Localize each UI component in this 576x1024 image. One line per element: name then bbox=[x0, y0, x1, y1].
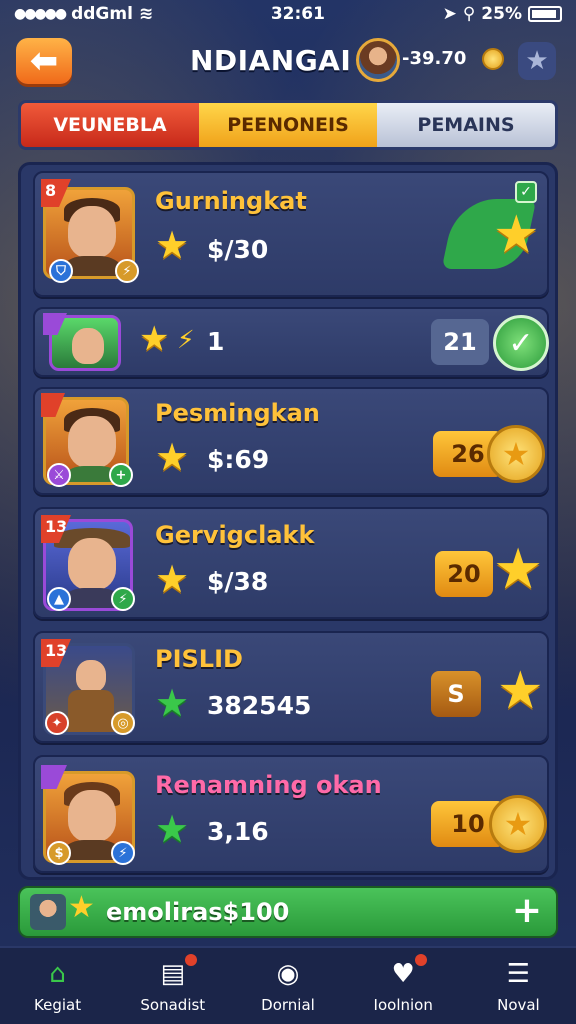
star-icon: ★ bbox=[493, 205, 540, 265]
star-coin-icon[interactable]: ★ bbox=[487, 425, 545, 483]
tab-bar: VEUNEBLA PEENONEIS PEMAINS bbox=[18, 100, 558, 150]
status-bar: ●●●●● ddGml ≋ 32:61 ➤ ⚲ 25% bbox=[0, 0, 576, 28]
signal-icon: ●●●●● bbox=[14, 6, 67, 22]
star-icon: ★ bbox=[155, 807, 190, 851]
tab-peenoneis[interactable]: PEENONEIS bbox=[199, 103, 377, 147]
back-button[interactable]: ⬅ bbox=[16, 38, 72, 84]
star-icon: ★ bbox=[525, 46, 549, 76]
star-icon[interactable]: ★ bbox=[493, 537, 543, 602]
nav-label: Sonadist bbox=[140, 996, 206, 1014]
hero-name: Pesmingkan bbox=[155, 399, 320, 427]
carrier-label: ddGml bbox=[71, 4, 133, 24]
arrow-left-icon: ⬅ bbox=[29, 41, 59, 81]
currency-amount: -39.70 bbox=[402, 48, 467, 69]
level-indicator: S bbox=[431, 671, 481, 717]
checkbox-icon[interactable]: ✓ bbox=[515, 181, 537, 203]
fire-icon: ✦ bbox=[45, 711, 69, 735]
coin-icon bbox=[482, 48, 504, 70]
list-item[interactable]: 13 ▲ ⚡ Gervigclakk ★ $/38 20 ★ bbox=[33, 507, 549, 619]
hero-list: 8 ⛉ ⚡ Gurningkat ★ $/30 ★ ✓ ★ ⚡ 1 21 ✓ ⚔… bbox=[18, 162, 558, 880]
header: ⬅ NDIANGAI -39.70 ★ bbox=[0, 34, 576, 96]
nav-label: Dornial bbox=[261, 996, 315, 1014]
star-icon: ★ bbox=[155, 223, 190, 267]
level-indicator: 21 bbox=[431, 319, 489, 365]
heart-icon: ♥ bbox=[385, 954, 428, 990]
nav-label: Ioolnion bbox=[373, 996, 433, 1014]
chat-icon: ▤ bbox=[155, 954, 197, 990]
reward-label: emoliras$100 bbox=[106, 898, 290, 926]
nav-item-menu[interactable]: ☰ Noval bbox=[461, 948, 576, 1024]
menu-icon: ☰ bbox=[506, 959, 531, 989]
hero-value: 1 bbox=[207, 327, 225, 356]
star-icon: ★ bbox=[139, 319, 170, 359]
star-coin-icon[interactable]: ★ bbox=[489, 795, 547, 853]
hero-value: $:69 bbox=[207, 445, 270, 474]
list-item[interactable]: ★ ⚡ 1 21 ✓ bbox=[33, 307, 549, 377]
battery-icon bbox=[528, 6, 562, 22]
level-indicator: 20 bbox=[435, 551, 493, 597]
nav-label: Noval bbox=[497, 996, 540, 1014]
bolt-icon: ⚡ bbox=[111, 841, 135, 865]
bolt-icon: ⚡ bbox=[115, 259, 139, 283]
wifi-icon: ≋ bbox=[138, 4, 154, 24]
hero-name: Gurningkat bbox=[155, 187, 307, 215]
battery-percent: 25% bbox=[481, 4, 522, 24]
clock: 32:61 bbox=[270, 4, 325, 24]
nav-label: Kegiat bbox=[34, 996, 82, 1014]
hero-name: Gervigclakk bbox=[155, 521, 315, 549]
bottom-nav: ⌂ Kegiat ▤ Sonadist ◉ Dornial ♥ Ioolnion… bbox=[0, 946, 576, 1024]
reward-banner[interactable]: ★ emoliras$100 + bbox=[18, 886, 558, 938]
hero-level-number: ⚡ bbox=[177, 325, 195, 354]
compass-icon: ◉ bbox=[276, 959, 300, 989]
target-icon: ◎ bbox=[111, 711, 135, 735]
star-icon: ★ bbox=[68, 890, 95, 925]
coin-icon: $ bbox=[47, 841, 71, 865]
nav-item-chat[interactable]: ▤ Sonadist bbox=[115, 948, 230, 1024]
tab-pemains[interactable]: PEMAINS bbox=[377, 103, 555, 147]
favorites-button[interactable]: ★ bbox=[518, 42, 556, 80]
arrow-up-icon: ▲ bbox=[47, 587, 71, 611]
check-icon[interactable]: ✓ bbox=[493, 315, 549, 371]
tab-veunebla[interactable]: VEUNEBLA bbox=[21, 103, 199, 147]
nav-item-favorites[interactable]: ♥ Ioolnion bbox=[346, 948, 461, 1024]
list-item[interactable]: 13 ✦ ◎ PISLID ★ 382545 S ★ bbox=[33, 631, 549, 743]
hero-value: 3,16 bbox=[207, 817, 269, 846]
star-icon: ★ bbox=[155, 681, 190, 725]
bolt-icon: ⚡ bbox=[111, 587, 135, 611]
star-icon[interactable]: ★ bbox=[497, 661, 544, 721]
alarm-icon: ⚲ bbox=[462, 4, 476, 24]
sword-icon: ⚔ bbox=[47, 463, 71, 487]
list-item[interactable]: 8 ⛉ ⚡ Gurningkat ★ $/30 ★ ✓ bbox=[33, 171, 549, 297]
hero-value: $/30 bbox=[207, 235, 269, 264]
shield-icon: ⛉ bbox=[49, 259, 73, 283]
avatar bbox=[30, 894, 66, 930]
avatar[interactable] bbox=[356, 38, 400, 82]
hero-value: 382545 bbox=[207, 691, 312, 720]
hero-value: $/38 bbox=[207, 567, 269, 596]
nav-item-explore[interactable]: ◉ Dornial bbox=[230, 948, 345, 1024]
home-icon: ⌂ bbox=[49, 959, 66, 989]
nav-item-home[interactable]: ⌂ Kegiat bbox=[0, 948, 115, 1024]
plus-icon: + bbox=[109, 463, 133, 487]
list-item[interactable]: $ ⚡ Renamning okan ★ 3,16 10 ★ bbox=[33, 755, 549, 873]
star-icon: ★ bbox=[155, 435, 190, 479]
location-icon: ➤ bbox=[442, 4, 457, 24]
hero-name: PISLID bbox=[155, 645, 243, 673]
page-title: NDIANGAI bbox=[190, 44, 352, 77]
list-item[interactable]: ⚔ + Pesmingkan ★ $:69 26 ★ bbox=[33, 387, 549, 495]
star-icon: ★ bbox=[155, 557, 190, 601]
plus-icon[interactable]: + bbox=[512, 890, 542, 931]
hero-name: Renamning okan bbox=[155, 771, 382, 799]
